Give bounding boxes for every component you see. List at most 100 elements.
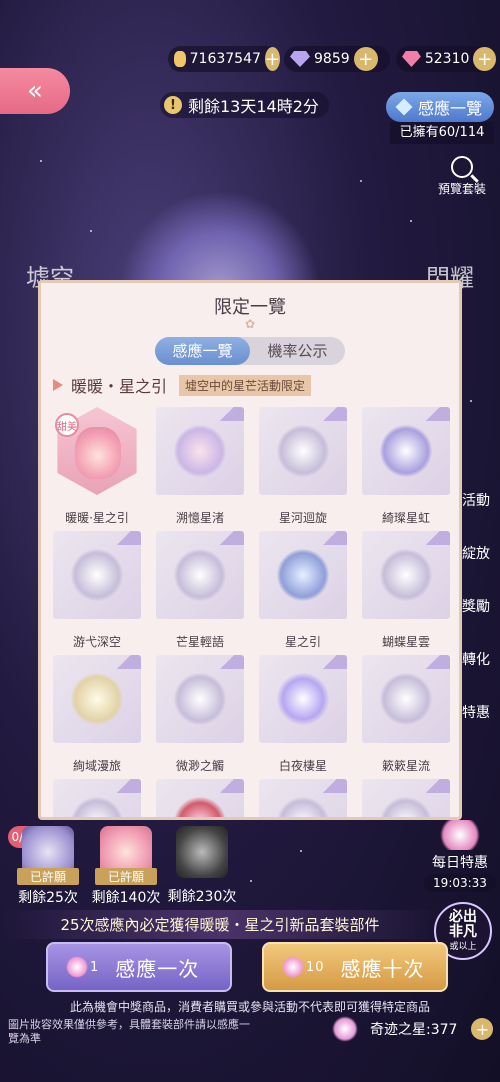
search-icon [451,156,473,178]
double-chevron-left-icon: « [27,76,43,106]
grid-item[interactable]: 微渺之觸 [156,655,244,779]
owned-count: 已擁有60/114 [390,122,494,144]
pity-reward[interactable]: 已許願 剩餘140次 [86,826,166,907]
draw-once-label: 感應一次 [115,956,200,981]
cat-coin-icon [174,51,186,67]
timer-text: 剩餘13天14時2分 [188,97,319,116]
hair-strand-icon [380,673,432,725]
grid-item[interactable]: 甜美 暖暖·星之引 [53,407,141,531]
sweet-style-badge: 甜美 [55,413,79,437]
tab-probability[interactable]: 機率公示 [250,337,345,365]
wished-badge: 已許願 [95,868,157,885]
hair-icon [174,425,226,477]
grid-item[interactable] [156,779,244,817]
coin-amount: 71637547 [189,51,261,67]
suit-header: 暖暖・星之引 墟空中的星芒活動限定 [53,373,459,397]
daily-deal-label: 每日特惠 [432,855,488,871]
item-grid: 甜美 暖暖·星之引 溯憶星渚 星河迴旋 綺璨星虹 游弋深空 芒星輕語 星之引 蝴… [53,407,450,817]
grid-item[interactable]: 白夜棲星 [259,655,347,779]
collection-button-label: 感應一覽 [417,99,482,118]
grid-item[interactable]: 芒星輕語 [156,531,244,655]
item-label: 星河迴旋 [278,511,327,525]
grid-item[interactable] [259,779,347,817]
image-note: 圖片妝容效果僅供參考，具體套裝部件請以感應一覽為準 [8,1018,250,1045]
rare-seal-text: 必出非凡 [449,909,477,940]
star-diamond-counter: 52310 + [396,46,496,72]
butterfly-accessory-icon [380,549,432,601]
add-star-diamonds-button[interactable]: + [473,47,496,71]
item-thumbnail [53,655,141,743]
side-menu-item[interactable]: 獎勵 [462,596,492,649]
diamond-icon [290,51,310,67]
grid-item[interactable]: 溯憶星渚 [156,407,244,531]
dress-icon [277,549,329,601]
daily-deal-button[interactable]: 每日特惠 19:03:33 [424,820,496,892]
item-label: 綺璨星虹 [381,511,430,525]
draw-cost: 10 [306,959,325,975]
draw-ten-label: 感應十次 [340,956,425,981]
add-diamonds-button[interactable]: + [353,47,378,71]
item-label: 微渺之觸 [175,759,224,773]
pink-diamond-icon [402,51,421,67]
item-thumbnail [362,407,450,495]
draw-ten-button[interactable]: 10 感應十次 [262,942,448,992]
remaining-count: 剩餘25次 [18,890,78,906]
grid-item[interactable]: 星之引 [259,531,347,655]
item-label: 游弋深空 [72,635,121,649]
wings-icon [380,797,432,817]
side-menu-item[interactable]: 特惠 [462,702,492,755]
guarantee-banner: 25次感應內必定獲得暖暖・星之引新品套裝部件 [0,910,440,939]
draw-once-button[interactable]: 1 感應一次 [46,942,232,992]
diamond-amount: 9859 [314,51,350,67]
character-portrait-icon [75,427,121,479]
diamond-counter: 9859 + [284,46,390,72]
gloves-icon [174,673,226,725]
side-menu-item[interactable]: 轉化 [462,649,492,702]
wished-badge: 已許願 [17,868,79,885]
item-label: 簌簌星流 [381,759,430,773]
item-thumbnail [156,531,244,619]
item-thumbnail [259,655,347,743]
back-button[interactable]: « [0,68,70,114]
flower-ornament-icon: ✿ [244,317,256,331]
grid-item[interactable]: 綺璨星虹 [362,407,450,531]
grid-item[interactable] [362,779,450,817]
remaining-count: 剩餘230次 [167,889,237,905]
gift-gem-icon [437,820,483,850]
draw-cost: 1 [90,959,100,975]
sparkle-icon [282,956,304,978]
collection-overview-button[interactable]: 感應一覽 [386,92,494,122]
grid-item[interactable]: 蝴蝶星雲 [362,531,450,655]
grid-item[interactable]: 游弋深空 [53,531,141,655]
tab-collection-overview[interactable]: 感應一覽 [155,337,250,365]
item-thumbnail [156,407,244,495]
item-thumbnail [259,531,347,619]
pity-reward[interactable]: 剩餘230次 [162,826,242,906]
item-thumbnail [259,407,347,495]
item-label: 白夜棲星 [278,759,327,773]
add-coins-button[interactable]: + [264,47,280,71]
miracle-star-counter: 奇迹之星:377 + [332,1016,494,1042]
side-menu: 活動 綻放 獎勵 轉化 特惠 [462,490,492,755]
grid-item[interactable] [53,779,141,817]
side-menu-item[interactable]: 活動 [462,490,492,543]
grid-item[interactable]: 簌簌星流 [362,655,450,779]
earring-icon [174,549,226,601]
add-miracle-star-button[interactable]: + [471,1018,494,1040]
headpiece-icon [277,425,329,477]
item-thumbnail [156,779,244,817]
grid-item[interactable]: 絢域漫旅 [53,655,141,779]
item-label: 暖暖·星之引 [65,511,129,525]
grid-item[interactable]: 星河迴旋 [259,407,347,531]
panel-tabs: 感應一覽 機率公示 [155,337,345,365]
item-thumbnail [156,655,244,743]
side-menu-item[interactable]: 綻放 [462,543,492,596]
pity-reward[interactable]: 已許願 剩餘25次 [8,826,88,907]
preview-suit-button[interactable]: 預覽套裝 [430,156,494,197]
daily-deal-timer: 19:03:33 [424,874,496,892]
disclaimer-text: 此為機會中獎商品，消費者購買或參與活動不代表即可獲得特定商品 [69,1000,430,1014]
item-thumbnail: 甜美 [53,407,141,495]
bow-accessory-icon [71,549,123,601]
suit-name: 暖暖・星之引 [71,377,168,396]
coin-counter: 71637547 + [168,46,280,72]
